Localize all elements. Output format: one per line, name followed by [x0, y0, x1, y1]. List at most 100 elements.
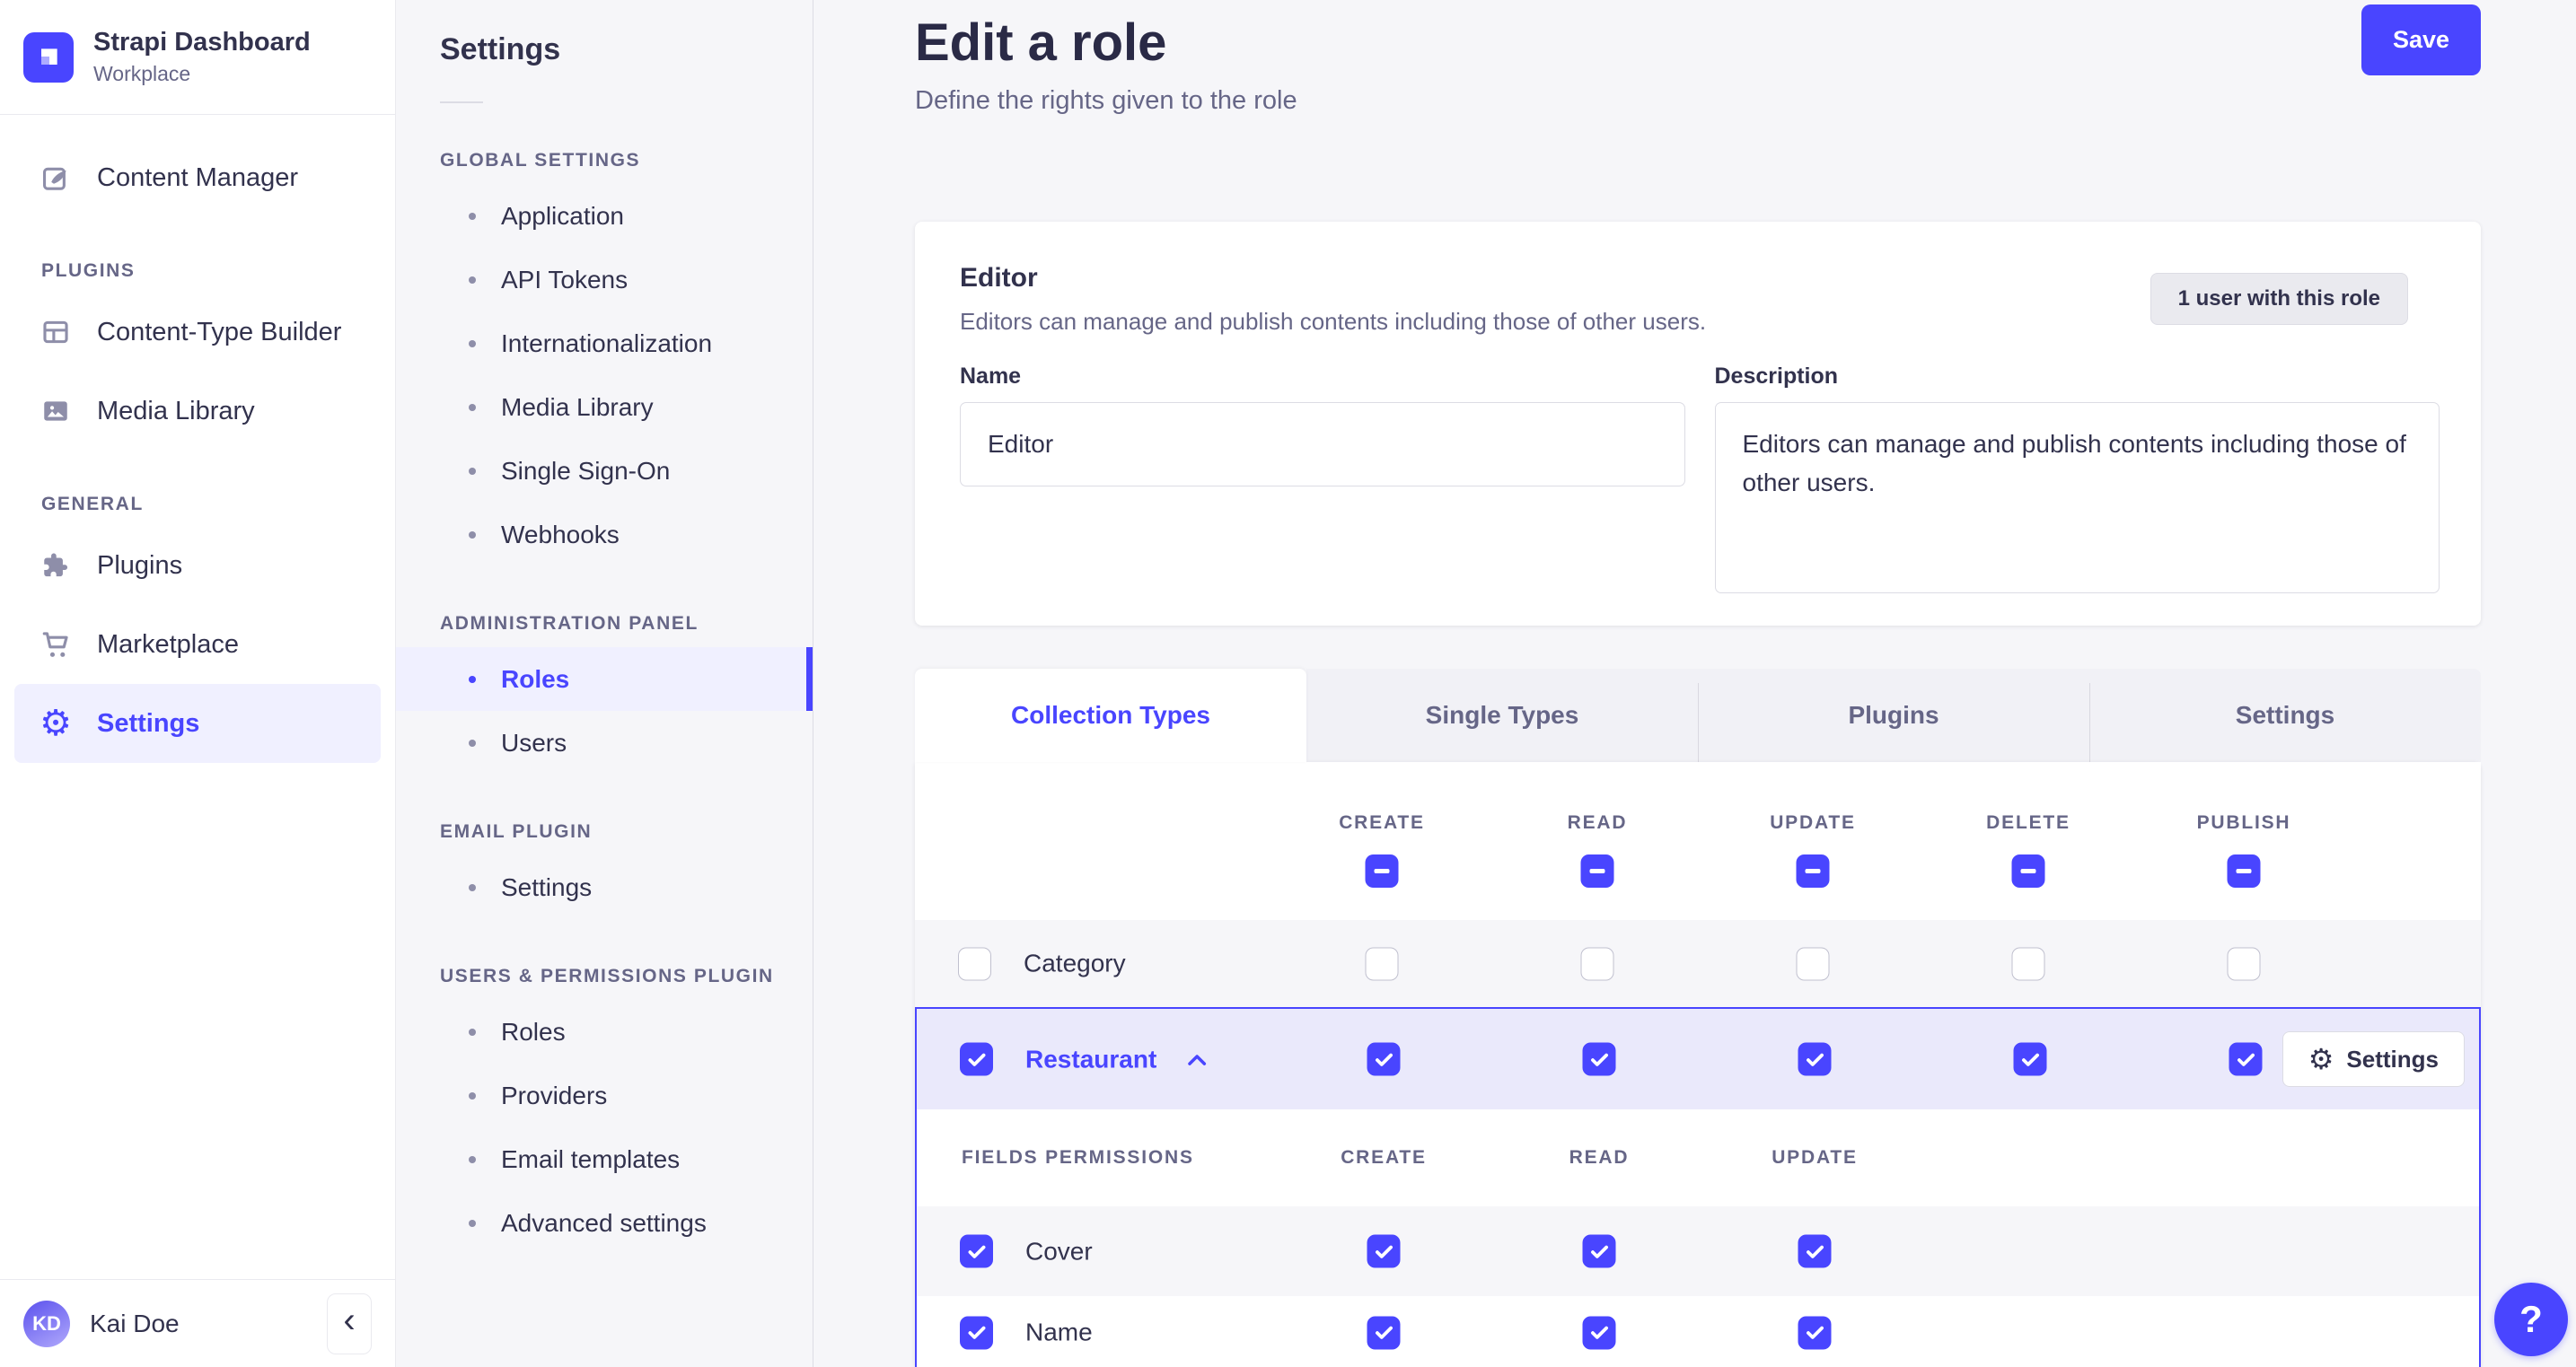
- cover-create-checkbox[interactable]: [1367, 1234, 1401, 1268]
- subnav-item-webhooks[interactable]: Webhooks: [396, 503, 813, 566]
- permission-row-category: Category: [915, 920, 2481, 1007]
- subnav-item-api-tokens[interactable]: API Tokens: [396, 248, 813, 311]
- sidebar-item-marketplace[interactable]: Marketplace: [14, 605, 381, 684]
- subnav-section-label: EMAIL PLUGIN: [440, 821, 593, 842]
- subnav-item-email-settings[interactable]: Settings: [396, 855, 813, 919]
- sidebar-item-plugins[interactable]: Plugins: [14, 526, 381, 605]
- subnav-item-label: Providers: [501, 1081, 608, 1109]
- gear-icon: ⚙: [2308, 1043, 2334, 1075]
- media-library-icon: [40, 395, 72, 427]
- subnav-item-label: API Tokens: [501, 265, 629, 294]
- users-with-role-button[interactable]: 1 user with this role: [2150, 273, 2408, 325]
- select-all-update-checkbox[interactable]: [1796, 854, 1830, 888]
- subnav-item-label: Roles: [501, 664, 570, 693]
- sidebar-item-label: Media Library: [97, 396, 255, 425]
- bullet-icon: [469, 883, 476, 891]
- category-read-checkbox[interactable]: [1580, 947, 1614, 980]
- bullet-icon: [469, 339, 476, 347]
- bullet-icon: [469, 675, 476, 683]
- subnav-section-label: USERS & PERMISSIONS PLUGIN: [440, 966, 774, 986]
- avatar: KD: [23, 1300, 70, 1347]
- subnav-item-up-roles[interactable]: Roles: [396, 1000, 813, 1064]
- subnav-item-admin-users[interactable]: Users: [396, 711, 813, 775]
- select-all-delete-checkbox[interactable]: [2011, 854, 2045, 888]
- name-input[interactable]: [960, 402, 1685, 486]
- restaurant-settings-button[interactable]: ⚙ Settings: [2281, 1031, 2465, 1087]
- fields-column-read: READ: [1569, 1147, 1630, 1168]
- sidebar-item-label: Plugins: [97, 550, 183, 580]
- category-update-checkbox[interactable]: [1796, 947, 1830, 980]
- subnav-item-application[interactable]: Application: [396, 184, 813, 248]
- cover-row-checkbox[interactable]: [960, 1234, 993, 1268]
- subnav-item-single-sign-on[interactable]: Single Sign-On: [396, 439, 813, 503]
- row-label-group: Restaurant: [960, 1042, 1209, 1076]
- cover-read-checkbox[interactable]: [1582, 1234, 1616, 1268]
- category-row-checkbox[interactable]: [958, 947, 991, 980]
- subnav-item-label: Internationalization: [501, 329, 713, 357]
- workspace-switcher[interactable]: Strapi Dashboard Workplace: [0, 0, 395, 115]
- restaurant-delete-checkbox[interactable]: [2013, 1042, 2047, 1076]
- subnav-section-email-plugin: EMAIL PLUGIN Settings: [396, 821, 813, 919]
- sidebar-item-media-library[interactable]: Media Library: [14, 372, 381, 451]
- fields-column-update: UPDATE: [1772, 1147, 1858, 1168]
- sidebar-item-content-type-builder[interactable]: Content-Type Builder: [14, 293, 381, 372]
- restaurant-row-checkbox[interactable]: [960, 1042, 993, 1076]
- restaurant-publish-checkbox[interactable]: [2229, 1042, 2263, 1076]
- user-row: KD Kai Doe ‹: [0, 1279, 395, 1367]
- bullet-icon: [469, 276, 476, 284]
- permissions-tabs: Collection Types Single Types Plugins Se…: [915, 669, 2481, 762]
- tab-settings[interactable]: Settings: [2089, 669, 2481, 762]
- chevron-up-icon[interactable]: [1183, 1047, 1209, 1072]
- restaurant-create-checkbox[interactable]: [1367, 1042, 1401, 1076]
- name-update-checkbox[interactable]: [1798, 1316, 1832, 1349]
- restaurant-read-checkbox[interactable]: [1582, 1042, 1616, 1076]
- subnav-item-up-email-templates[interactable]: Email templates: [396, 1127, 813, 1191]
- subnav-item-up-advanced-settings[interactable]: Advanced settings: [396, 1191, 813, 1255]
- app-nav: Content Manager PLUGINS Content-Type Bui…: [0, 115, 395, 1279]
- category-create-checkbox[interactable]: [1365, 947, 1399, 980]
- save-button[interactable]: Save: [2361, 4, 2481, 75]
- help-button[interactable]: ?: [2494, 1283, 2568, 1356]
- category-publish-checkbox[interactable]: [2227, 947, 2261, 980]
- workspace-title: Strapi Dashboard: [93, 28, 311, 57]
- collapse-sidebar-button[interactable]: ‹: [327, 1293, 372, 1354]
- field-row-cover: Cover: [917, 1206, 2479, 1296]
- subnav-item-admin-roles[interactable]: Roles: [396, 647, 813, 711]
- sidebar-section-general: GENERAL: [41, 494, 144, 514]
- category-delete-checkbox[interactable]: [2011, 947, 2045, 980]
- tab-single-types[interactable]: Single Types: [1306, 669, 1698, 762]
- name-create-checkbox[interactable]: [1367, 1316, 1401, 1349]
- cover-update-checkbox[interactable]: [1798, 1234, 1832, 1268]
- restaurant-update-checkbox[interactable]: [1798, 1042, 1832, 1076]
- permissions-header-row: CREATE READ UPDATE DELETE PUBLISH: [915, 762, 2481, 920]
- select-all-create-checkbox[interactable]: [1365, 854, 1399, 888]
- sidebar-item-content-manager[interactable]: Content Manager: [14, 138, 381, 217]
- description-field-label: Description: [1714, 364, 1839, 389]
- subnav-section-users-permissions-plugin: USERS & PERMISSIONS PLUGIN Roles Provide…: [396, 966, 813, 1255]
- tab-collection-types[interactable]: Collection Types: [915, 669, 1306, 762]
- select-all-publish-checkbox[interactable]: [2227, 854, 2261, 888]
- sidebar-item-settings[interactable]: ⚙ Settings: [14, 684, 381, 763]
- sidebar-item-label: Content Manager: [97, 162, 299, 192]
- workspace-subtitle: Workplace: [93, 61, 191, 85]
- subnav-item-up-providers[interactable]: Providers: [396, 1064, 813, 1127]
- select-all-read-checkbox[interactable]: [1580, 854, 1614, 888]
- subnav-item-media-library[interactable]: Media Library: [396, 375, 813, 439]
- column-header-publish: PUBLISH: [2196, 812, 2291, 833]
- column-header-delete: DELETE: [1986, 812, 2070, 833]
- role-details-card: Editor Editors can manage and publish co…: [915, 222, 2481, 626]
- page-title: Edit a role: [915, 13, 1167, 72]
- bullet-icon: [469, 467, 476, 475]
- sidebar-item-label: Marketplace: [97, 629, 239, 659]
- subnav-item-internationalization[interactable]: Internationalization: [396, 311, 813, 375]
- name-read-checkbox[interactable]: [1582, 1316, 1616, 1349]
- sidebar-section-plugins: PLUGINS: [41, 260, 136, 281]
- name-row-checkbox[interactable]: [960, 1316, 993, 1349]
- row-label: Restaurant: [1025, 1045, 1157, 1073]
- tab-plugins[interactable]: Plugins: [1698, 669, 2089, 762]
- description-textarea[interactable]: Editors can manage and publish contents …: [1714, 402, 2440, 593]
- subnav-item-label: Users: [501, 728, 567, 757]
- subnav-item-label: Media Library: [501, 392, 654, 421]
- row-label-group: Cover: [960, 1234, 1093, 1268]
- bullet-icon: [469, 739, 476, 747]
